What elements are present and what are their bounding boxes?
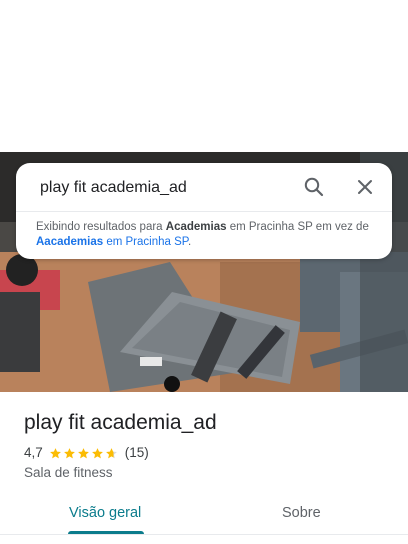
notice-prefix: Exibindo resultados para — [36, 221, 166, 233]
original-query-term: Aacademias — [36, 236, 104, 248]
search-input[interactable]: play fit academia_ad — [40, 177, 290, 199]
star-full-icon — [91, 447, 103, 458]
original-query-link[interactable]: Aacademias em Pracinha SP — [36, 236, 188, 248]
notice-middle: em Pracinha SP em vez de — [226, 221, 369, 233]
star-full-icon — [49, 447, 61, 458]
tab-sobre[interactable]: Sobre — [282, 503, 321, 523]
review-count[interactable]: (15) — [125, 444, 149, 462]
search-divider — [16, 211, 392, 212]
star-half-icon — [105, 447, 117, 458]
star-full-icon — [77, 447, 89, 458]
search-correction-notice: Exibindo resultados para Academias em Pr… — [36, 220, 376, 250]
search-icon[interactable] — [302, 175, 326, 199]
place-category[interactable]: Sala de fitness — [24, 464, 113, 482]
tabs-divider — [0, 534, 408, 535]
search-card: play fit academia_ad Exibindo resultados… — [16, 163, 392, 259]
notice-term: Academias — [165, 221, 227, 233]
star-full-icon — [63, 447, 75, 458]
original-query-suffix: em Pracinha SP — [103, 236, 188, 248]
close-icon[interactable] — [353, 175, 377, 199]
rating-stars — [49, 447, 119, 460]
place-title: play fit academia_ad — [24, 411, 217, 434]
tab-visao-geral[interactable]: Visão geral — [69, 503, 141, 523]
search-bar: play fit academia_ad — [16, 163, 392, 211]
notice-end: . — [187, 236, 192, 248]
rating-value: 4,7 — [24, 445, 43, 460]
rating-row[interactable]: 4,7 (15) — [24, 444, 149, 462]
